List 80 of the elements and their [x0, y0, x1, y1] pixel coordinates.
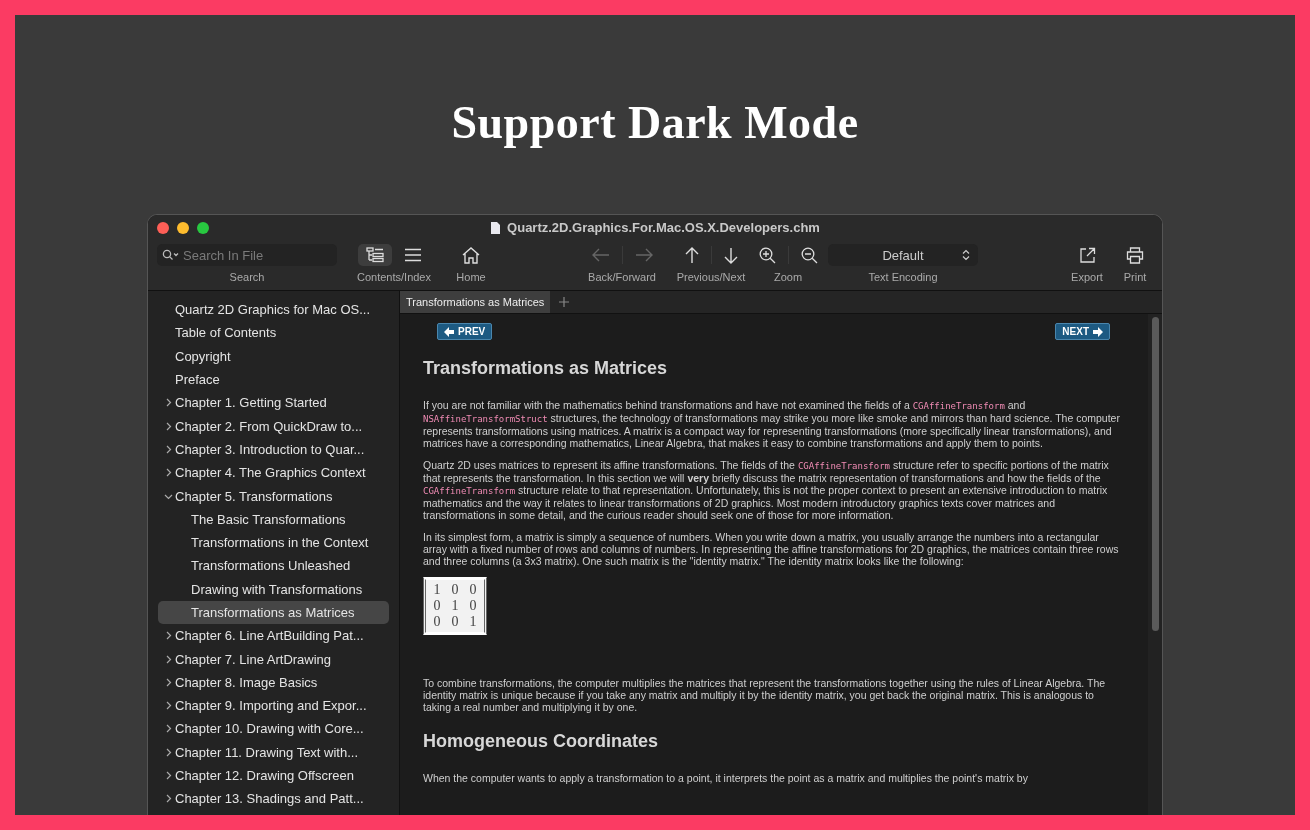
encoding-dropdown[interactable]: Default — [828, 244, 978, 266]
close-button[interactable] — [157, 222, 169, 234]
right-arrow-icon — [1093, 326, 1103, 337]
contents-item[interactable]: Transformations Unleashed — [158, 554, 389, 578]
scroll-thumb[interactable] — [1151, 317, 1159, 631]
left-arrow-icon — [444, 326, 454, 337]
down-arrow-icon — [723, 246, 738, 264]
paragraph: If you are not familiar with the mathematics behind transformations and have not examined the fields of a CGAffineTransform and NSAffineTransformStruct structures, the technology of transformations may strike you more like smoke and mirrors than hard science. The computer represents transformations using matrices. A matrix is a compact way for representing transformations (more specifically linear transformations), and matrices have a corresponding mathematics, Linear Algebra, that makes it easy to combine transformations and apply them to points. — [423, 399, 1121, 449]
chevron-updown-icon — [962, 249, 970, 261]
right-arrow-icon — [634, 248, 653, 262]
contents-item[interactable]: Quartz 2D Graphics for Mac OS... — [158, 298, 389, 322]
zoom-window-button[interactable] — [197, 222, 209, 234]
contents-item[interactable]: Table of Contents — [158, 321, 389, 345]
contents-item[interactable]: Chapter 4. The Graphics Context — [158, 461, 389, 485]
scrollbar[interactable] — [1148, 314, 1162, 815]
section-heading: Transformations as Matrices — [423, 357, 669, 379]
toolbar-label: Back/Forward — [588, 270, 656, 285]
contents-item[interactable]: The Basic Transformations — [158, 507, 389, 531]
contents-item[interactable]: Chapter 13. Shadings and Patt... — [158, 787, 389, 811]
contents-item[interactable]: Chapter 3. Introduction to Quar... — [158, 437, 389, 462]
section-heading: Homogeneous Coordinates — [423, 730, 660, 752]
export-icon — [1078, 246, 1096, 264]
toolbar-label: Contents/Index — [357, 270, 431, 285]
new-tab-icon[interactable] — [558, 296, 571, 308]
contents-item[interactable]: Chapter 11. Drawing Text with... — [158, 740, 389, 764]
chevron-right-icon[interactable] — [164, 747, 173, 757]
headline: Support Dark Mode — [451, 96, 859, 150]
contents-item[interactable]: Chapter 1. Getting Started — [158, 391, 389, 415]
contents-item[interactable]: Transformations in the Context — [158, 530, 389, 555]
up-arrow-icon — [684, 246, 699, 264]
chevron-right-icon[interactable] — [164, 794, 173, 804]
contents-item[interactable]: Preface — [158, 367, 389, 392]
chevron-right-icon[interactable] — [164, 398, 173, 408]
contents-button[interactable] — [358, 244, 392, 266]
home-icon — [462, 246, 480, 264]
paragraph: In its simplest form, a matrix is simply a sequence of numbers. When you write down a matrix, you usually arrange the numbers into a rectangular array with a fixed number of rows and columns of numbers. In representing the affine transformations for 2D graphics, the matrices contain three rows and three columns (a 3x3 matrix). One such matrix is the "identity matrix." The identity matrix looks like the following: — [423, 531, 1120, 567]
tab[interactable]: Transformations as Matrices — [400, 291, 551, 313]
contents-item[interactable]: Chapter 7. Line ArtDrawing — [158, 647, 389, 671]
contents-item[interactable]: Chapter 6. Line ArtBuilding Pat... — [158, 624, 389, 648]
contents-item[interactable]: Chapter 8. Image Basics — [158, 670, 389, 695]
left-arrow-icon — [591, 248, 610, 262]
chevron-right-icon[interactable] — [164, 724, 173, 734]
chevron-right-icon[interactable] — [164, 701, 173, 711]
contents-item[interactable]: Chapter 5. Transformations — [158, 484, 389, 508]
tree-list-icon — [366, 247, 384, 263]
zoom-in-icon — [758, 246, 776, 264]
chevron-right-icon[interactable] — [164, 444, 173, 454]
window-title: Quartz.2D.Graphics.For.Mac.OS.X.Developers.chm — [507, 220, 820, 235]
contents-item[interactable]: Drawing with Transformations — [158, 577, 389, 601]
toolbar-label: Print — [1123, 270, 1147, 285]
toolbar-label: Previous/Next — [676, 270, 746, 285]
printer-icon — [1126, 246, 1144, 264]
toolbar-label: Text Encoding — [868, 270, 938, 285]
menu-icon — [404, 248, 422, 262]
search-field[interactable]: Search In File — [157, 244, 337, 266]
zoom-out-icon — [800, 246, 818, 264]
contents-item[interactable]: Copyright — [158, 344, 389, 368]
matrix-image: 1 0 0 0 1 0 0 0 1 — [423, 577, 487, 635]
contents-item[interactable]: Chapter 12. Drawing Offscreen — [158, 763, 389, 788]
toolbar-label: Zoom — [773, 270, 803, 285]
chevron-right-icon[interactable] — [164, 631, 173, 641]
chevron-right-icon[interactable] — [164, 771, 173, 781]
contents-item[interactable]: Chapter 9. Importing and Expor... — [158, 694, 389, 718]
paragraph: To combine transformations, the computer multiplies the matrices that represent the transformations together using the rules of Linear Algebra. The identity matrix is unique because if you take any matrix and multiply it by the identity matrix, you get back the original matrix. This is analogous to taking a real number and multiplying it by one. — [423, 677, 1107, 713]
toolbar-label: Export — [1071, 270, 1103, 285]
prev-button[interactable]: PREV — [437, 323, 493, 340]
toolbar-label: Home — [456, 270, 486, 285]
chevron-right-icon[interactable] — [164, 468, 173, 478]
toolbar-label: Search — [229, 270, 265, 285]
chevron-right-icon[interactable] — [164, 677, 173, 687]
contents-item[interactable]: Chapter 2. From QuickDraw to... — [158, 414, 389, 438]
contents-item[interactable]: Transformations as Matrices — [158, 600, 389, 625]
chevron-right-icon[interactable] — [164, 654, 173, 664]
contents-item[interactable]: Chapter 10. Drawing with Core... — [158, 717, 389, 741]
chevron-right-icon[interactable] — [164, 421, 173, 431]
paragraph: Quartz 2D uses matrices to represent its affine transformations. The fields of the CGAffineTransform structure refer to specific portions of the matrix that represents the transformation. In this section we will very briefly discuss the matrix representation of transformations and how the fields of the CGAffineTransform structure relate to that representation. Unfortunately, this is not the proper context to present an extensive introduction to matrix mathematics and the way it relates to linear transformations of 2D graphics. Most modern introductory graphics texts cover matrices and transformations in some detail, and the curious reader should seek one of those for more information. — [423, 459, 1110, 521]
document-icon — [490, 220, 502, 235]
minimize-button[interactable] — [177, 222, 189, 234]
next-button[interactable]: NEXT — [1055, 323, 1110, 340]
paragraph: When the computer wants to apply a transformation to a point, it interprets the point as a matrix and multiplies the point's matrix by — [423, 772, 1029, 784]
